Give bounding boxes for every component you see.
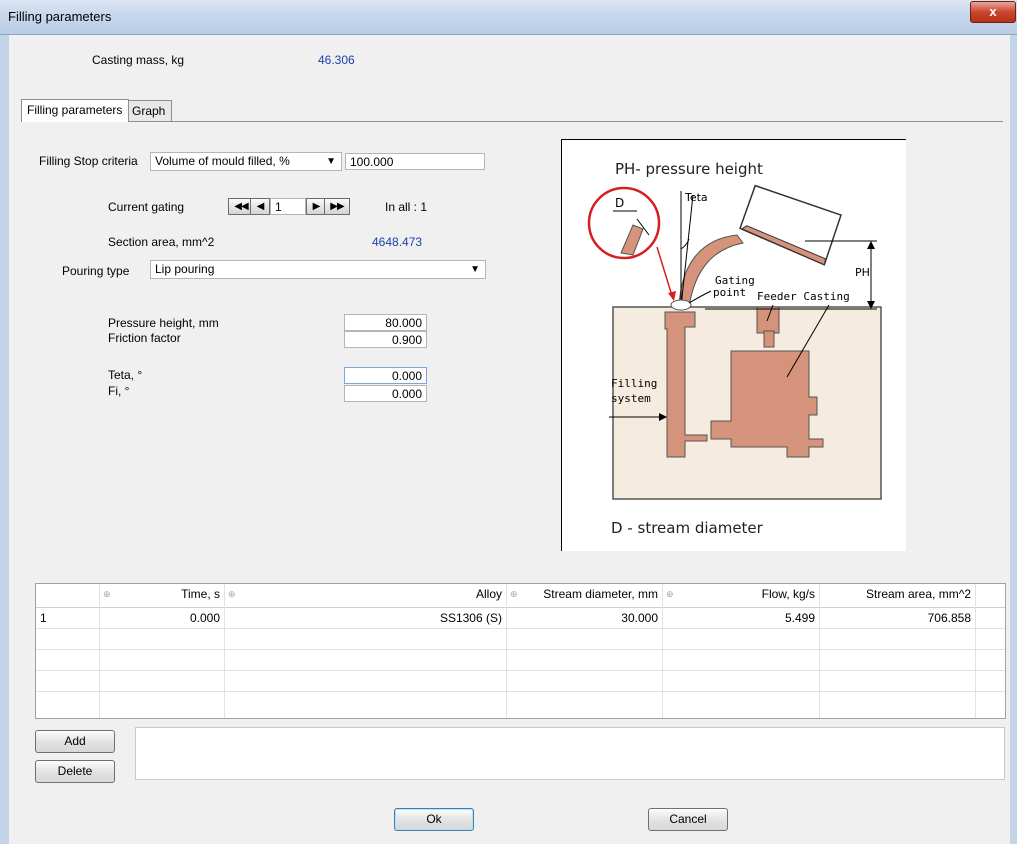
header-time[interactable]: ⊕ Time, s <box>99 584 224 605</box>
feeder-shape <box>756 306 780 334</box>
teta-field[interactable]: 0.000 <box>344 367 427 384</box>
prev-gating-button[interactable]: ◀ <box>250 198 270 215</box>
tab-filling-parameters[interactable]: Filling parameters <box>21 99 129 122</box>
ladle <box>739 184 842 266</box>
ok-button[interactable]: Ok <box>394 808 474 831</box>
grid-line <box>36 649 1005 650</box>
pouring-type-select[interactable]: Lip pouring ▼ <box>150 260 486 279</box>
fi-field[interactable]: 0.000 <box>344 385 427 402</box>
friction-factor-field[interactable]: 0.900 <box>344 331 427 348</box>
delete-button[interactable]: Delete <box>35 760 115 783</box>
grid-line <box>36 691 1005 692</box>
dropdown-arrow-icon: ▼ <box>326 156 336 167</box>
window-left-border <box>0 35 9 844</box>
first-icon: ◀◀ <box>234 201 248 212</box>
header-alloy[interactable]: ⊕ Alloy <box>224 584 506 605</box>
d-text: D <box>615 196 624 210</box>
last-icon: ▶▶ <box>330 201 344 212</box>
close-button[interactable]: x <box>970 1 1016 23</box>
row-stream-area[interactable]: 706.858 <box>819 608 975 629</box>
filling-text-2: system <box>611 392 651 405</box>
ph-text: PH <box>855 266 870 279</box>
notes-box[interactable] <box>135 727 1005 780</box>
row-index: 1 <box>40 611 47 625</box>
next-gating-button[interactable]: ▶ <box>306 198 326 215</box>
grid-line <box>36 670 1005 671</box>
next-icon: ▶ <box>312 201 321 212</box>
dropdown-arrow-icon: ▼ <box>470 264 480 275</box>
section-area-label: Section area, mm^2 <box>108 235 215 249</box>
window-right-border <box>1010 35 1017 844</box>
stop-criteria-label: Filling Stop criteria <box>39 154 138 168</box>
header-flow[interactable]: ⊕ Flow, kg/s <box>662 584 819 605</box>
row-time[interactable]: 0.000 <box>99 608 224 629</box>
last-gating-button[interactable]: ▶▶ <box>324 198 350 215</box>
filling-text-1: Filling <box>611 377 657 390</box>
diagram-footer: D - stream diameter <box>611 519 764 537</box>
grid-line <box>506 584 507 718</box>
pouring-type-selected: Lip pouring <box>155 262 215 276</box>
feeder-casting-text: Feeder Casting <box>757 290 850 303</box>
diagram-title: PH- pressure height <box>615 160 763 178</box>
table-row[interactable]: 1 0.000 SS1306 (S) 30.000 5.499 706.858 <box>36 608 975 629</box>
pouring-schematic-svg: PH- pressure height Teta PH Gating point… <box>561 139 906 551</box>
teta-label: Teta, ° <box>108 368 143 382</box>
table-header: ⊕ Time, s ⊕ Alloy ⊕ Stream diameter, mm ⊕ Fl… <box>36 584 1005 608</box>
in-all-label: In all : 1 <box>385 200 428 214</box>
gating-text-2: point <box>713 286 746 299</box>
row-alloy[interactable]: SS1306 (S) <box>224 608 506 629</box>
stream-table[interactable]: ⊕ Time, s ⊕ Alloy ⊕ Stream diameter, mm ⊕ Fl… <box>35 583 1006 719</box>
grid-line <box>819 584 820 718</box>
pouring-type-label: Pouring type <box>62 264 130 278</box>
pressure-height-field[interactable]: 80.000 <box>344 314 427 331</box>
grid-line <box>224 584 225 718</box>
casting-mass-value: 46.306 <box>318 53 355 67</box>
prev-icon: ◀ <box>256 201 265 212</box>
stop-criteria-value-field[interactable]: 100.000 <box>345 153 485 170</box>
pressure-height-label: Pressure height, mm <box>108 316 219 330</box>
friction-factor-label: Friction factor <box>108 331 181 345</box>
row-stream-diameter[interactable]: 30.000 <box>506 608 662 629</box>
close-icon: x <box>989 4 997 19</box>
tab-graph[interactable]: Graph <box>126 100 172 121</box>
grid-line <box>975 584 976 718</box>
cancel-button[interactable]: Cancel <box>648 808 728 831</box>
section-area-value: 4648.473 <box>372 235 423 249</box>
pouring-schematic: PH- pressure height Teta PH Gating point… <box>561 139 906 551</box>
add-button[interactable]: Add <box>35 730 115 753</box>
current-gating-field[interactable]: 1 <box>270 198 306 215</box>
row-flow[interactable]: 5.499 <box>662 608 819 629</box>
fi-label: Fi, ° <box>108 384 130 398</box>
grid-line <box>662 584 663 718</box>
teta-text: Teta <box>684 191 708 204</box>
stop-criteria-selected: Volume of mould filled, % <box>155 154 290 168</box>
grid-line <box>99 584 100 718</box>
stop-criteria-select[interactable]: Volume of mould filled, % ▼ <box>150 152 342 171</box>
window-title: Filling parameters <box>8 9 112 24</box>
header-stream-diameter[interactable]: ⊕ Stream diameter, mm <box>506 584 662 605</box>
header-index <box>36 584 99 605</box>
current-gating-label: Current gating <box>108 200 185 214</box>
casting-mass-label: Casting mass, kg <box>92 53 185 67</box>
header-stream-area[interactable]: Stream area, mm^2 <box>819 584 975 605</box>
title-bar: Filling parameters x <box>0 0 1017 35</box>
